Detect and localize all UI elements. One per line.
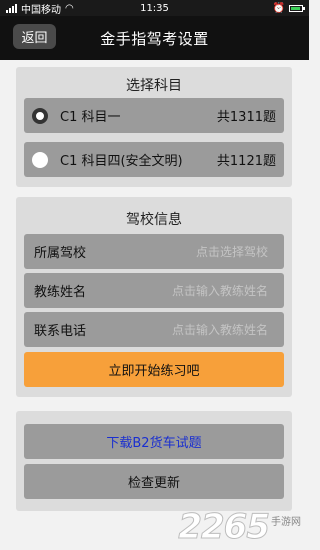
subject-option-c1-1[interactable]: C1 科目一 共1311题: [24, 98, 284, 133]
subject-panel: 选择科目 C1 科目一 共1311题 C1 科目四(安全文明) 共1121题: [16, 67, 292, 187]
subject-option-label: C1 科目一: [60, 110, 121, 125]
subject-option-c1-4[interactable]: C1 科目四(安全文明) 共1121题: [24, 142, 284, 177]
phone-label: 联系电话: [34, 324, 87, 339]
watermark-number: 2265: [178, 507, 271, 547]
title-bar: 返回 金手指驾考设置: [0, 16, 309, 60]
watermark-logo: 2265 手游网: [178, 507, 301, 547]
subject-option-count: 共1121题: [216, 154, 276, 169]
wifi-icon: ◠: [65, 2, 74, 14]
check-update-button[interactable]: 检查更新: [24, 464, 284, 499]
signal-icon: [6, 3, 17, 13]
start-practice-button[interactable]: 立即开始练习吧: [24, 352, 284, 387]
watermark-text: 手游网: [271, 517, 301, 528]
bottom-panel: 下载B2货车试题 检查更新: [16, 411, 292, 511]
carrier-name: 中国移动: [21, 4, 61, 16]
page-title: 金手指驾考设置: [100, 29, 209, 48]
subject-option-count: 共1311题: [216, 110, 276, 125]
school-field-label: 所属驾校: [34, 246, 87, 261]
phone-row[interactable]: 联系电话: [24, 312, 284, 347]
download-b2-button[interactable]: 下载B2货车试题: [24, 424, 284, 459]
status-bar: 中国移动 ◠ 11:35 ⏰: [0, 0, 309, 16]
phone-input[interactable]: [118, 322, 284, 337]
school-panel: 驾校信息 所属驾校 教练姓名 联系电话 立即开始练习吧: [16, 197, 292, 397]
coach-name-row[interactable]: 教练姓名: [24, 273, 284, 308]
coach-name-label: 教练姓名: [34, 285, 87, 300]
school-field-row[interactable]: 所属驾校: [24, 234, 284, 269]
school-panel-title: 驾校信息: [126, 212, 182, 228]
school-select-input[interactable]: [118, 244, 284, 259]
back-button[interactable]: 返回: [13, 24, 56, 49]
subject-panel-title: 选择科目: [126, 78, 182, 94]
subject-option-label: C1 科目四(安全文明): [60, 154, 183, 169]
radio-selected-icon[interactable]: [32, 107, 48, 124]
battery-icon: [289, 4, 305, 12]
alarm-icon: ⏰: [272, 2, 285, 14]
coach-name-input[interactable]: [118, 283, 284, 298]
radio-unselected-icon[interactable]: [32, 151, 48, 168]
status-right: ⏰: [272, 2, 305, 14]
status-left: 中国移动 ◠: [6, 1, 74, 16]
